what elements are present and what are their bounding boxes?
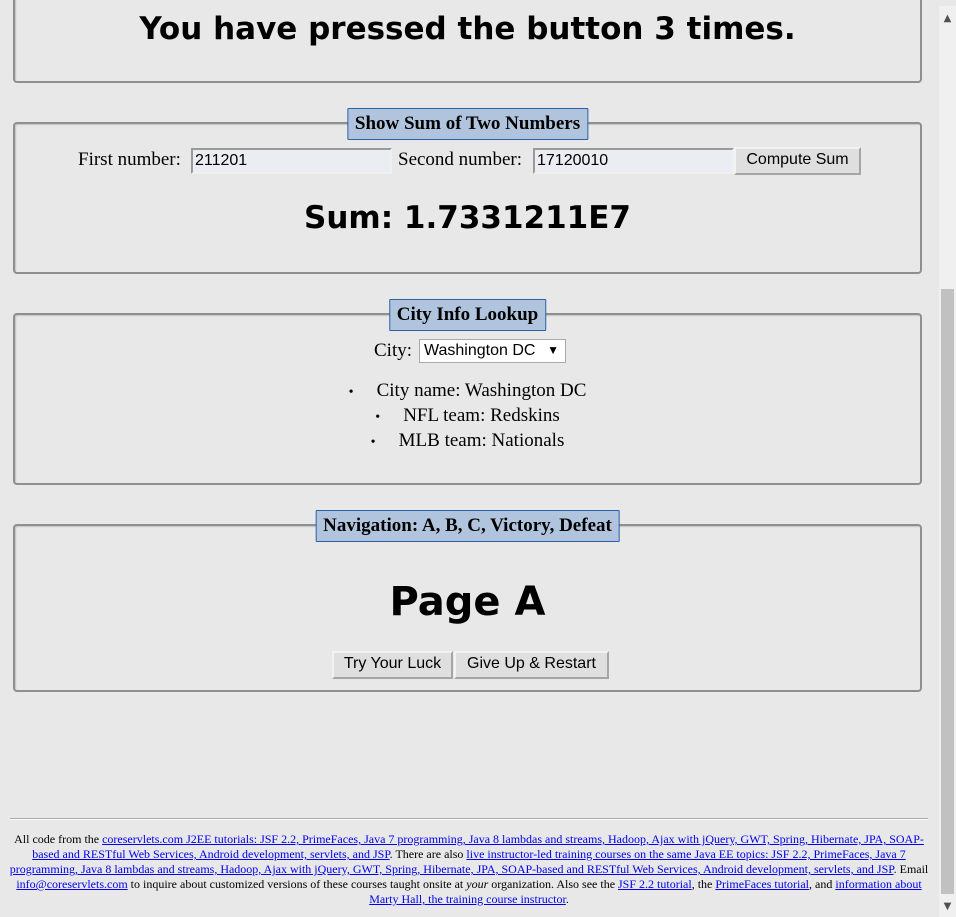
sum-panel: Show Sum of Two Numbers First number: 21… bbox=[13, 108, 922, 274]
footer-text: to inquire about customized versions of … bbox=[127, 877, 467, 891]
give-up-restart-button[interactable]: Give Up & Restart bbox=[454, 651, 609, 679]
footer-text: organization. Also see the bbox=[488, 877, 619, 891]
footer-text: . Email bbox=[893, 862, 929, 876]
primefaces-tutorial-link[interactable]: PrimeFaces tutorial bbox=[715, 877, 809, 891]
first-number-input[interactable]: 211201 bbox=[191, 148, 392, 174]
footer-text: . There are also bbox=[389, 847, 467, 861]
caret-down-icon: ▼ bbox=[547, 343, 559, 357]
navigation-panel-legend: Navigation: A, B, C, Victory, Defeat bbox=[315, 510, 620, 542]
jsf-tutorial-link[interactable]: JSF 2.2 tutorial bbox=[618, 877, 692, 891]
email-link[interactable]: info@coreservlets.com bbox=[16, 877, 127, 891]
sum-panel-legend: Show Sum of Two Numbers bbox=[346, 108, 589, 140]
footer: All code from the coreservlets.com J2EE … bbox=[8, 832, 930, 907]
footer-text: , and bbox=[809, 877, 836, 891]
city-panel-legend: City Info Lookup bbox=[388, 299, 547, 331]
counter-panel: You have pressed the button 3 times. bbox=[13, 0, 922, 83]
city-panel: City Info Lookup City: Washington DC ▼ C… bbox=[13, 299, 922, 485]
list-item: NFL team: Redskins bbox=[15, 404, 920, 429]
city-info-list: City name: Washington DC NFL team: Redsk… bbox=[15, 379, 920, 454]
navigation-panel: Navigation: A, B, C, Victory, Defeat Pag… bbox=[13, 510, 922, 692]
second-number-label: Second number: bbox=[398, 149, 523, 170]
footer-text: . bbox=[565, 892, 569, 906]
chevron-down-icon[interactable]: ▼ bbox=[942, 901, 953, 912]
footer-text: , the bbox=[691, 877, 716, 891]
second-number-input[interactable]: 17120010 bbox=[533, 148, 734, 174]
compute-sum-button[interactable]: Compute Sum bbox=[734, 147, 861, 175]
try-your-luck-button[interactable]: Try Your Luck bbox=[332, 651, 453, 679]
city-select[interactable]: Washington DC ▼ bbox=[419, 339, 566, 363]
footer-emphasis: your bbox=[466, 877, 489, 891]
scrollbar-thumb[interactable] bbox=[941, 289, 954, 894]
footer-divider bbox=[10, 818, 928, 820]
counter-message: You have pressed the button 3 times. bbox=[139, 11, 796, 47]
sum-result: Sum: 1.7331211E7 bbox=[304, 200, 631, 236]
list-item: MLB team: Nationals bbox=[15, 429, 920, 454]
first-number-label: First number: bbox=[78, 149, 181, 170]
city-label: City: bbox=[374, 340, 413, 361]
chevron-up-icon[interactable]: ▲ bbox=[942, 13, 953, 24]
list-item: City name: Washington DC bbox=[15, 379, 920, 404]
city-select-value: Washington DC bbox=[424, 342, 536, 359]
vertical-scrollbar[interactable]: ▲ ▼ bbox=[939, 6, 956, 917]
footer-text: All code from the bbox=[14, 832, 103, 846]
page-title: Page A bbox=[389, 579, 546, 625]
